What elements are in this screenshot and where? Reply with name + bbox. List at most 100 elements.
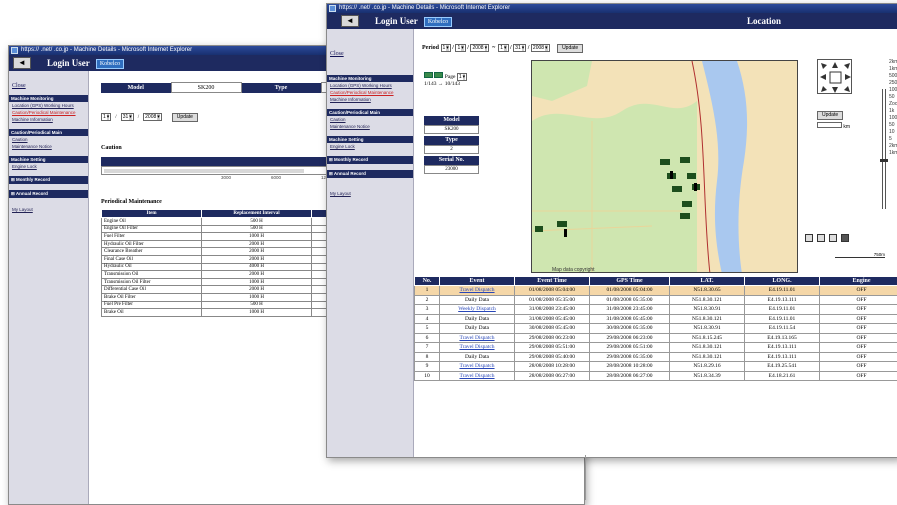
update-button[interactable]: Update: [172, 113, 198, 122]
sidebar-section-header[interactable]: ⊞ Monthly Record: [327, 156, 413, 164]
event-row[interactable]: 9Travel Dispatch28/08/2008 10:28:0028/08…: [415, 362, 897, 372]
radius-input[interactable]: [817, 122, 842, 128]
zoom-level-label[interactable]: 1k: [889, 108, 897, 115]
event-name[interactable]: Travel Dispatch: [440, 333, 515, 343]
sidebar-link[interactable]: Location (GPS) Working Hours: [327, 82, 413, 89]
sidebar-link[interactable]: Location (GPS) Working Hours: [9, 102, 88, 109]
page-select[interactable]: 1: [457, 73, 467, 81]
sidebar-link[interactable]: Maintenance Notice: [9, 143, 88, 150]
zoom-level-label[interactable]: 1km: [889, 66, 897, 73]
close-link[interactable]: Close: [330, 51, 413, 57]
sidebar-section-header[interactable]: ⊞ Monthly Record: [9, 176, 88, 184]
sidebar-section-header[interactable]: Machine Monitoring: [327, 75, 413, 82]
zoom-level-label[interactable]: 100: [889, 115, 897, 122]
sidebar-link[interactable]: Caution/Periodical Maintenance: [9, 109, 88, 116]
zoom-level-label[interactable]: 2km: [889, 59, 897, 66]
sidebar-link[interactable]: Engine Lock: [9, 163, 88, 170]
sidebar-link[interactable]: Machine Information: [327, 96, 413, 103]
pm-interval: 2000 H: [202, 248, 312, 256]
event-row[interactable]: 8Daily Data29/08/2008 05:40:0029/08/2008…: [415, 352, 897, 362]
print-icon[interactable]: [829, 234, 837, 242]
day-select[interactable]: 31: [121, 113, 134, 121]
info-type-value: 2: [424, 145, 479, 154]
zoom-slider[interactable]: [882, 89, 886, 209]
event-row[interactable]: 7Travel Dispatch29/08/2008 05:51:0029/08…: [415, 343, 897, 353]
sidebar-link[interactable]: Caution: [9, 136, 88, 143]
pm-item: Fuel Pre Filter: [102, 301, 202, 309]
event-name[interactable]: Travel Dispatch: [440, 371, 515, 381]
pm-interval: 500 H: [202, 218, 312, 226]
map-graphic: Map data copyright: [532, 61, 798, 273]
event-row[interactable]: 5Daily Data30/08/2008 05:45:0030/08/2008…: [415, 324, 897, 334]
sidebar-link[interactable]: Engine Lock: [327, 143, 413, 150]
back-arrow-button[interactable]: ◄: [341, 15, 359, 27]
info-serial-value: 23000: [424, 165, 479, 174]
sidebar-link[interactable]: Maintenance Notice: [327, 123, 413, 130]
sidebar-link[interactable]: Caution: [327, 116, 413, 123]
location-map[interactable]: Map data copyright: [531, 60, 798, 273]
event-name[interactable]: Travel Dispatch: [440, 362, 515, 372]
info-serial-label: Serial No.: [424, 156, 479, 165]
zoom-level-label[interactable]: 500: [889, 73, 897, 80]
sidebar-link[interactable]: Caution/Periodical Maintenance: [327, 89, 413, 96]
gps-time: 01/08/2008 05:04:00: [590, 286, 670, 296]
sidebar-section-header[interactable]: Machine Setting: [327, 136, 413, 143]
from-month-select[interactable]: 1: [441, 44, 451, 52]
event-row[interactable]: 6Travel Dispatch29/08/2008 06:23:0029/08…: [415, 333, 897, 343]
zoom-level-label[interactable]: 1km: [889, 150, 897, 157]
event-row[interactable]: 10Travel Dispatch28/08/2008 06:27:0028/0…: [415, 371, 897, 381]
map-update-button[interactable]: Update: [817, 111, 843, 120]
zoom-level-label[interactable]: 5: [889, 136, 897, 143]
close-link[interactable]: Close: [12, 83, 88, 89]
event-row[interactable]: 2Daily Data01/08/2008 05:35:0001/08/2008…: [415, 295, 897, 305]
from-day-select[interactable]: 1: [455, 44, 465, 52]
prev-page-icon[interactable]: [424, 72, 433, 78]
layer-icon[interactable]: [841, 234, 849, 242]
event-time: 28/08/2008 10:28:00: [515, 362, 590, 372]
sidebar-section-header[interactable]: Machine Setting: [9, 156, 88, 163]
zoom-level-label[interactable]: 100: [889, 87, 897, 94]
col-gps-time: GPS Time: [590, 277, 670, 286]
zoom-in-icon[interactable]: [805, 234, 813, 242]
zoom-level-label[interactable]: 2km: [889, 143, 897, 150]
year-select[interactable]: 2008: [143, 113, 162, 121]
zoom-level-label[interactable]: 250: [889, 80, 897, 87]
col-no: No.: [415, 277, 440, 286]
back-arrow-button[interactable]: ◄: [13, 57, 31, 69]
sidebar-section-header[interactable]: Caution/Periodical Main: [9, 129, 88, 136]
zoom-out-icon[interactable]: [817, 234, 825, 242]
sidebar-section-header[interactable]: Machine Monitoring: [9, 95, 88, 102]
zoom-level-label[interactable]: 50: [889, 94, 897, 101]
to-day-select[interactable]: 31: [513, 44, 526, 52]
next-page-icon[interactable]: [434, 72, 443, 78]
event-row[interactable]: 3Weekly Dispatch31/08/2008 23:45:0031/08…: [415, 305, 897, 315]
pm-item: Fuel Filter: [102, 233, 202, 241]
event-row[interactable]: 1Travel Dispatch01/08/2008 05:04:0001/08…: [415, 286, 897, 296]
to-year-select[interactable]: 2008: [531, 44, 550, 52]
event-no: 6: [415, 333, 440, 343]
update-button[interactable]: Update: [557, 44, 583, 53]
my-layout-link[interactable]: My Layout: [9, 206, 88, 213]
from-year-select[interactable]: 2008: [470, 44, 489, 52]
sidebar-section-header[interactable]: ⊞ Annual Record: [327, 170, 413, 178]
zoom-level-label[interactable]: 50: [889, 122, 897, 129]
sidebar-section-header[interactable]: ⊞ Annual Record: [9, 190, 88, 198]
my-layout-link[interactable]: My Layout: [327, 190, 413, 197]
map-navigation-control[interactable]: [817, 59, 852, 94]
event-name[interactable]: Travel Dispatch: [440, 286, 515, 296]
sidebar-section-header[interactable]: Caution/Periodical Main: [327, 109, 413, 116]
event-row[interactable]: 4Daily Data31/08/2008 05:45:0031/08/2008…: [415, 314, 897, 324]
col-event: Event: [440, 277, 515, 286]
zoom-level-label[interactable]: 10: [889, 129, 897, 136]
long: E4.19.13.111: [745, 352, 820, 362]
engine-status: OFF: [820, 362, 897, 372]
month-select[interactable]: 1: [101, 113, 111, 121]
sidebar-link[interactable]: Machine Information: [9, 116, 88, 123]
col-long: LONG.: [745, 277, 820, 286]
col-event-time: Event Time: [515, 277, 590, 286]
to-month-select[interactable]: 1: [498, 44, 508, 52]
event-name[interactable]: Weekly Dispatch: [440, 305, 515, 315]
event-name[interactable]: Travel Dispatch: [440, 343, 515, 353]
zoom-slider-handle[interactable]: [880, 159, 888, 162]
zoom-level-label[interactable]: Zoom: [889, 101, 897, 108]
